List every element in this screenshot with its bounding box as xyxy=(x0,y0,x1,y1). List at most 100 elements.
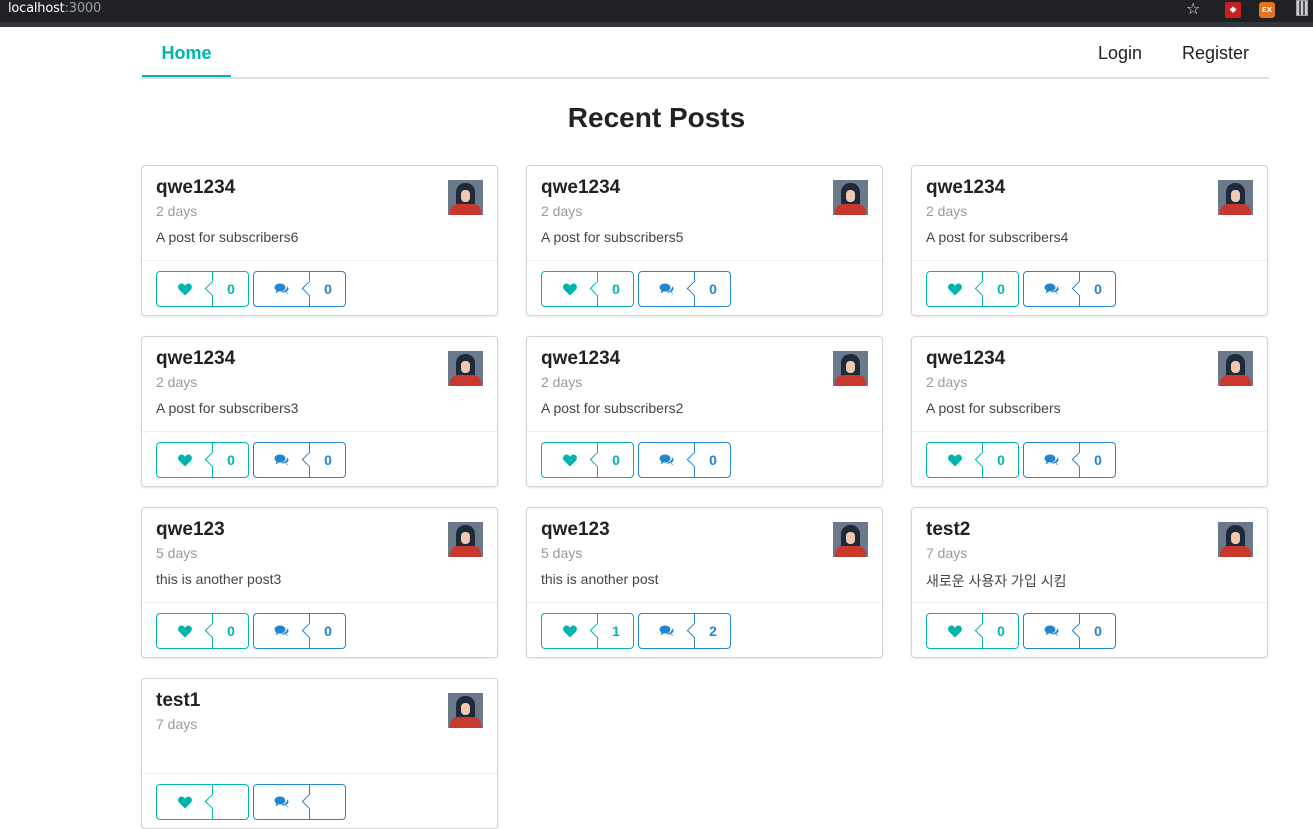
heart-icon xyxy=(927,443,983,477)
comment-button[interactable]: 0 xyxy=(638,442,731,478)
like-button[interactable]: 0 xyxy=(541,271,634,307)
profile-icon[interactable] xyxy=(1296,0,1308,16)
comments-icon xyxy=(254,785,310,819)
post-time: 2 days xyxy=(541,374,583,390)
comment-button[interactable]: 0 xyxy=(253,271,346,307)
avatar xyxy=(833,351,868,386)
post-body: A post for subscribers2 xyxy=(541,400,684,416)
comments-icon xyxy=(254,614,310,648)
like-button[interactable]: 0 xyxy=(926,613,1019,649)
comment-button[interactable] xyxy=(253,784,346,820)
post-body: this is another post3 xyxy=(156,571,282,587)
like-count: 0 xyxy=(227,623,235,639)
comments-icon xyxy=(254,272,310,306)
post-card[interactable]: test1 7 days xyxy=(141,678,498,829)
post-author: qwe123 xyxy=(156,519,225,540)
comment-button[interactable]: 0 xyxy=(638,271,731,307)
page-title: Recent Posts xyxy=(567,102,746,133)
post-author: qwe1234 xyxy=(156,348,236,369)
nav-home[interactable]: Home xyxy=(142,27,231,77)
nav-login[interactable]: Login xyxy=(1098,27,1142,79)
comments-icon xyxy=(639,443,695,477)
post-author: qwe1234 xyxy=(156,177,236,198)
post-time: 2 days xyxy=(926,374,968,390)
post-card[interactable]: qwe123 5 days this is another post3 0 0 xyxy=(141,507,498,658)
heart-icon xyxy=(927,272,983,306)
like-count xyxy=(213,785,249,819)
post-body: this is another post xyxy=(541,571,659,587)
like-button[interactable]: 0 xyxy=(156,271,249,307)
comment-button[interactable]: 2 xyxy=(638,613,731,649)
comment-button[interactable]: 0 xyxy=(253,613,346,649)
heart-icon xyxy=(542,443,598,477)
heart-icon xyxy=(157,443,213,477)
like-button[interactable]: 0 xyxy=(156,442,249,478)
url-port: :3000 xyxy=(64,1,102,16)
nav-register[interactable]: Register xyxy=(1182,27,1249,79)
comment-button[interactable]: 0 xyxy=(1023,271,1116,307)
post-time: 5 days xyxy=(156,545,198,561)
like-count: 0 xyxy=(997,623,1005,639)
post-card[interactable]: qwe123 5 days this is another post 1 2 xyxy=(526,507,883,658)
comment-count: 0 xyxy=(324,623,332,639)
post-card-content: qwe123 5 days this is another post xyxy=(527,508,882,603)
post-card[interactable]: test2 7 days 새로운 사용자 가입 시킴 0 0 xyxy=(911,507,1268,658)
post-card-content: test1 7 days xyxy=(142,679,497,774)
like-count: 1 xyxy=(612,623,620,639)
like-button[interactable]: 0 xyxy=(926,271,1019,307)
post-time: 7 days xyxy=(156,716,198,732)
post-body: 새로운 사용자 가입 시킴 xyxy=(926,573,1067,589)
avatar xyxy=(448,180,483,215)
post-card[interactable]: qwe1234 2 days A post for subscribers2 0 0 xyxy=(526,336,883,487)
post-author: test2 xyxy=(926,519,971,540)
post-card[interactable]: qwe1234 2 days A post for subscribers3 0 0 xyxy=(141,336,498,487)
like-count: 0 xyxy=(227,281,235,297)
comments-icon xyxy=(1024,272,1080,306)
post-time: 5 days xyxy=(541,545,583,561)
heart-icon xyxy=(542,614,598,648)
post-body: A post for subscribers5 xyxy=(541,229,684,245)
post-card-content: qwe1234 2 days A post for subscribers xyxy=(912,337,1267,432)
avatar xyxy=(833,180,868,215)
post-author: qwe123 xyxy=(541,519,610,540)
url-host: localhost xyxy=(8,1,65,16)
comment-button[interactable]: 0 xyxy=(253,442,346,478)
post-body: A post for subscribers xyxy=(926,400,1061,416)
comment-button[interactable]: 0 xyxy=(1023,442,1116,478)
avatar xyxy=(833,522,868,557)
avatar xyxy=(448,693,483,728)
post-body: A post for subscribers6 xyxy=(156,229,299,245)
post-time: 2 days xyxy=(926,203,968,219)
post-card[interactable]: qwe1234 2 days A post for subscribers 0 0 xyxy=(911,336,1268,487)
pdf-extension-icon[interactable]: ⬥ xyxy=(1225,2,1241,18)
post-card-content: qwe1234 2 days A post for subscribers3 xyxy=(142,337,497,432)
avatar xyxy=(1218,522,1253,557)
post-card-content: qwe1234 2 days A post for subscribers2 xyxy=(527,337,882,432)
post-card[interactable]: qwe1234 2 days A post for subscribers4 0 0 xyxy=(911,165,1268,316)
like-count: 0 xyxy=(612,452,620,468)
like-button[interactable]: 1 xyxy=(541,613,634,649)
like-button[interactable]: 0 xyxy=(156,613,249,649)
like-button[interactable] xyxy=(156,784,249,820)
address-bar[interactable]: localhost:3000 xyxy=(8,1,101,16)
post-body: A post for subscribers4 xyxy=(926,229,1069,245)
like-button[interactable]: 0 xyxy=(541,442,634,478)
avatar xyxy=(448,522,483,557)
comment-button[interactable]: 0 xyxy=(1023,613,1116,649)
star-icon[interactable]: ☆ xyxy=(1186,0,1200,18)
post-author: test1 xyxy=(156,690,201,711)
post-card-content: qwe123 5 days this is another post3 xyxy=(142,508,497,603)
post-card-content: qwe1234 2 days A post for subscribers5 xyxy=(527,166,882,261)
ex-extension-icon[interactable]: EX xyxy=(1259,2,1275,18)
post-card-content: test2 7 days 새로운 사용자 가입 시킴 xyxy=(912,508,1267,603)
like-button[interactable]: 0 xyxy=(926,442,1019,478)
comment-count: 0 xyxy=(1094,623,1102,639)
heart-icon xyxy=(157,785,213,819)
comment-count: 0 xyxy=(324,452,332,468)
post-time: 2 days xyxy=(156,203,198,219)
comments-icon xyxy=(1024,443,1080,477)
like-count: 0 xyxy=(227,452,235,468)
post-card[interactable]: qwe1234 2 days A post for subscribers6 0 0 xyxy=(141,165,498,316)
post-card[interactable]: qwe1234 2 days A post for subscribers5 0 0 xyxy=(526,165,883,316)
comments-icon xyxy=(639,614,695,648)
